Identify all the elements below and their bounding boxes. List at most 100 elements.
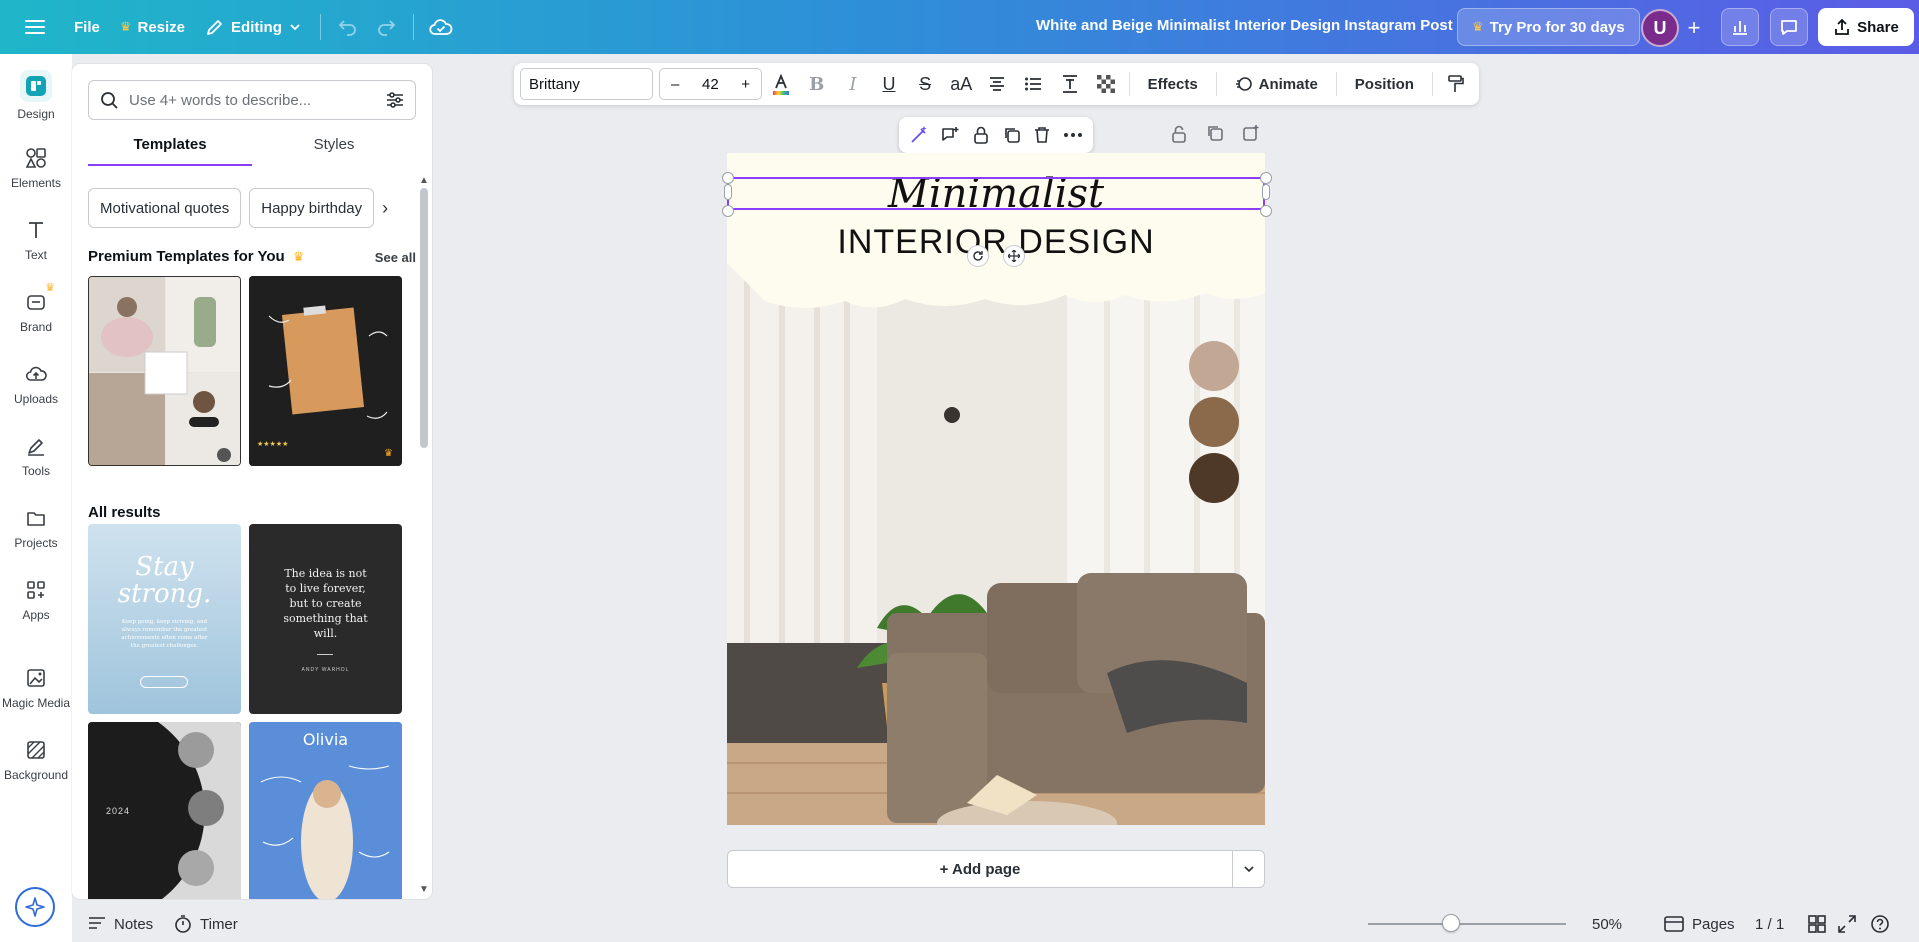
element-quick-actions (899, 117, 1093, 153)
lock-icon[interactable] (972, 125, 990, 145)
comments-button[interactable] (1770, 8, 1808, 46)
fullscreen-button[interactable] (1838, 915, 1856, 933)
effects-button[interactable]: Effects (1136, 68, 1210, 100)
resize-handle-bottom-right[interactable] (1260, 205, 1272, 217)
document-title[interactable]: White and Beige Minimalist Interior Desi… (1036, 17, 1453, 34)
template-thumbnail-2024[interactable]: 2024 (88, 722, 241, 899)
bold-button[interactable]: B (800, 68, 834, 100)
strikethrough-button[interactable]: S (908, 68, 942, 100)
interior-photo[interactable] (727, 263, 1265, 825)
duplicate-icon[interactable] (1002, 125, 1022, 145)
duplicate-page-icon[interactable] (1206, 124, 1224, 142)
resize-handle-bottom-left[interactable] (722, 205, 734, 217)
rail-item-tools[interactable]: Tools (0, 424, 72, 486)
rail-item-design[interactable]: Design (0, 64, 72, 126)
add-comment-icon[interactable] (940, 125, 960, 145)
add-page-dropdown[interactable] (1232, 851, 1264, 887)
chevron-right-icon[interactable]: › (382, 188, 388, 228)
position-button[interactable]: Position (1343, 68, 1426, 100)
rotate-handle[interactable] (967, 245, 989, 267)
resize-handle-top-right[interactable] (1260, 172, 1272, 184)
more-icon[interactable] (1063, 132, 1083, 138)
tab-templates[interactable]: Templates (88, 130, 252, 166)
insights-button[interactable] (1721, 8, 1759, 46)
color-swatch-dark[interactable] (1189, 453, 1239, 503)
rail-item-elements[interactable]: Elements (0, 136, 72, 198)
add-page-icon[interactable] (1242, 124, 1260, 142)
spacing-button[interactable] (1052, 68, 1086, 100)
resize-handle-top-left[interactable] (722, 172, 734, 184)
lock-page-icon[interactable] (1170, 124, 1188, 144)
zoom-slider-knob[interactable] (1442, 914, 1460, 932)
elements-icon (23, 145, 49, 171)
rail-item-text[interactable]: Text (0, 208, 72, 270)
timer-button[interactable]: Timer (174, 915, 238, 933)
help-button[interactable] (1870, 914, 1890, 934)
comment-icon (1779, 17, 1799, 37)
color-swatch-medium[interactable] (1189, 397, 1239, 447)
text-color-button[interactable] (764, 68, 798, 100)
align-button[interactable] (980, 68, 1014, 100)
template-thumbnail-stay-strong[interactable]: Stay strong. Keep going, keep striving, … (88, 524, 241, 714)
copy-style-button[interactable] (1439, 68, 1473, 100)
font-size-value[interactable]: 42 (695, 76, 725, 93)
filter-icon[interactable] (385, 90, 405, 110)
underline-button[interactable]: U (872, 68, 906, 100)
increase-size-button[interactable]: + (731, 76, 761, 93)
chip-motivational-quotes[interactable]: Motivational quotes (88, 188, 241, 228)
zoom-slider-track[interactable] (1368, 923, 1566, 925)
main-title-text[interactable]: INTERIOR DESIGN (727, 223, 1265, 262)
design-canvas[interactable]: Minimalist INTERIOR DESIGN (727, 153, 1265, 825)
chip-happy-birthday[interactable]: Happy birthday (249, 188, 374, 228)
search-input[interactable] (129, 92, 375, 109)
premium-template-thumbnail[interactable]: ★★★★★ ♛ (249, 276, 402, 466)
editing-mode-button[interactable]: Editing (195, 8, 312, 46)
color-swatch-light[interactable] (1189, 341, 1239, 391)
invite-button[interactable]: + (1680, 14, 1708, 42)
rail-item-background[interactable]: Background (0, 728, 72, 790)
try-pro-button[interactable]: ♛ Try Pro for 30 days (1457, 8, 1640, 46)
share-button[interactable]: Share (1818, 8, 1914, 46)
file-menu-button[interactable]: File (64, 8, 110, 46)
notes-button[interactable]: Notes (88, 916, 153, 933)
trash-icon[interactable] (1033, 125, 1051, 145)
rail-item-brand[interactable]: ♛ Brand (0, 280, 72, 342)
rail-item-magic-media[interactable]: Magic Media (0, 656, 72, 718)
rail-item-apps[interactable]: Apps (0, 568, 72, 630)
animate-button[interactable]: Animate (1223, 68, 1330, 100)
magic-assistant-button[interactable] (15, 887, 55, 927)
list-button[interactable] (1016, 68, 1050, 100)
resize-button[interactable]: ♛ Resize (110, 8, 195, 46)
see-all-link[interactable]: See all (375, 250, 416, 265)
user-avatar[interactable]: U (1641, 9, 1679, 47)
magic-edit-icon[interactable] (909, 125, 929, 145)
transparency-button[interactable] (1089, 68, 1123, 100)
zoom-value[interactable]: 50% (1592, 916, 1622, 933)
rail-item-projects[interactable]: Projects (0, 496, 72, 558)
undo-button[interactable] (329, 8, 367, 46)
grid-view-button[interactable] (1808, 915, 1826, 933)
italic-button[interactable]: I (836, 68, 870, 100)
cloud-save-button[interactable] (422, 8, 460, 46)
premium-template-thumbnail[interactable] (88, 276, 241, 466)
rail-item-uploads[interactable]: Uploads (0, 352, 72, 414)
resize-handle-right[interactable] (1262, 184, 1270, 200)
letter-case-button[interactable]: aA (944, 68, 978, 100)
template-thumbnail-quote[interactable]: The idea is not to live forever, but to … (249, 524, 402, 714)
scroll-down-icon[interactable]: ▼ (419, 884, 429, 895)
add-page-button[interactable]: + Add page (728, 851, 1232, 887)
decrease-size-button[interactable]: – (660, 76, 690, 93)
template-search (88, 80, 416, 120)
text-color-icon (770, 72, 792, 96)
move-handle[interactable] (1003, 245, 1025, 267)
panel-scrollbar[interactable] (420, 188, 428, 448)
resize-handle-left[interactable] (724, 184, 732, 200)
scroll-up-icon[interactable]: ▲ (419, 175, 429, 186)
font-family-select[interactable]: Brittany (520, 68, 653, 100)
underline-icon: U (882, 74, 895, 95)
redo-button[interactable] (367, 8, 405, 46)
template-thumbnail-olivia[interactable]: Olivia (249, 722, 402, 899)
pages-button[interactable]: Pages (1664, 916, 1735, 933)
menu-button[interactable] (16, 8, 54, 46)
tab-styles[interactable]: Styles (252, 130, 416, 166)
